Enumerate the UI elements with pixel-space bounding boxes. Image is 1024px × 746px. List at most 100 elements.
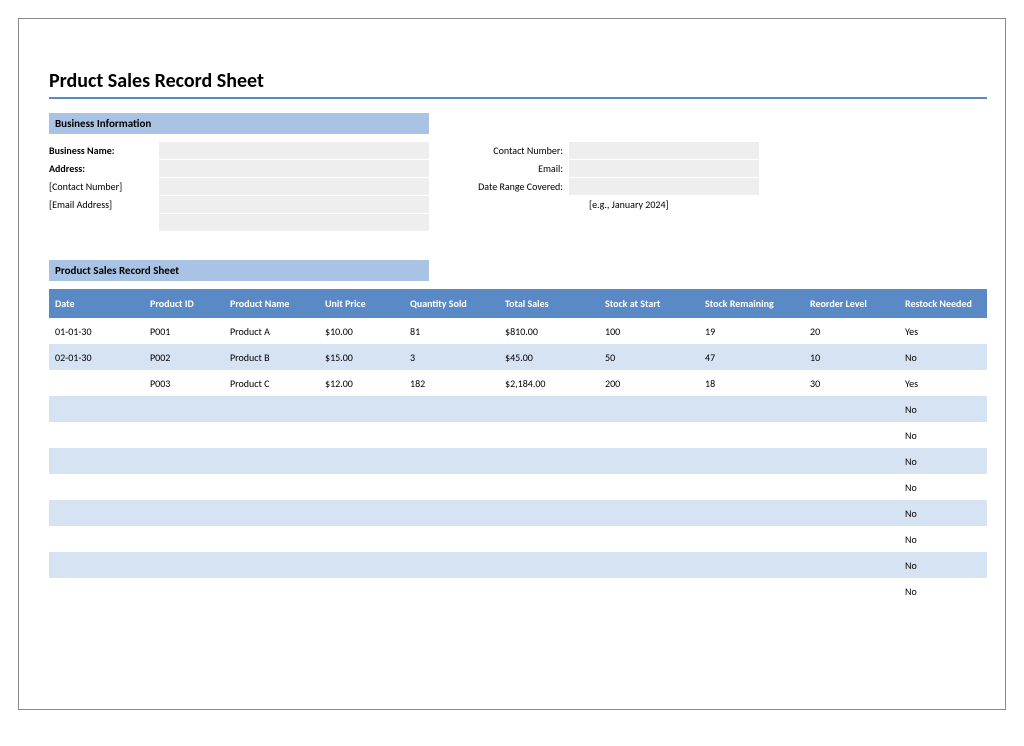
- field-address-3[interactable]: [159, 196, 429, 214]
- cell-product-id[interactable]: [144, 578, 224, 604]
- cell-unit-price[interactable]: [319, 578, 404, 604]
- cell-total-sales[interactable]: $810.00: [499, 318, 599, 344]
- cell-stock-start[interactable]: 50: [599, 344, 699, 370]
- cell-product-name[interactable]: [224, 396, 319, 422]
- cell-unit-price[interactable]: [319, 448, 404, 474]
- cell-quantity-sold[interactable]: [404, 448, 499, 474]
- cell-total-sales[interactable]: $2,184.00: [499, 370, 599, 396]
- cell-product-name[interactable]: [224, 422, 319, 448]
- cell-restock-needed[interactable]: No: [899, 344, 987, 370]
- cell-product-id[interactable]: [144, 526, 224, 552]
- cell-reorder-level[interactable]: [804, 500, 899, 526]
- cell-restock-needed[interactable]: No: [899, 500, 987, 526]
- cell-unit-price[interactable]: [319, 552, 404, 578]
- cell-stock-start[interactable]: [599, 552, 699, 578]
- cell-stock-start[interactable]: [599, 500, 699, 526]
- cell-product-name[interactable]: [224, 552, 319, 578]
- cell-stock-start[interactable]: 200: [599, 370, 699, 396]
- cell-date[interactable]: [49, 578, 144, 604]
- cell-product-name[interactable]: Product B: [224, 344, 319, 370]
- cell-date[interactable]: [49, 526, 144, 552]
- cell-reorder-level[interactable]: [804, 422, 899, 448]
- cell-total-sales[interactable]: [499, 526, 599, 552]
- cell-product-name[interactable]: [224, 474, 319, 500]
- cell-product-id[interactable]: P001: [144, 318, 224, 344]
- cell-total-sales[interactable]: [499, 474, 599, 500]
- cell-restock-needed[interactable]: No: [899, 552, 987, 578]
- cell-quantity-sold[interactable]: [404, 474, 499, 500]
- cell-restock-needed[interactable]: No: [899, 396, 987, 422]
- cell-stock-remaining[interactable]: [699, 526, 804, 552]
- cell-total-sales[interactable]: [499, 578, 599, 604]
- cell-total-sales[interactable]: [499, 448, 599, 474]
- cell-stock-start[interactable]: [599, 422, 699, 448]
- cell-restock-needed[interactable]: No: [899, 578, 987, 604]
- cell-restock-needed[interactable]: No: [899, 448, 987, 474]
- cell-product-id[interactable]: [144, 552, 224, 578]
- cell-stock-start[interactable]: [599, 448, 699, 474]
- cell-stock-start[interactable]: 100: [599, 318, 699, 344]
- cell-stock-start[interactable]: [599, 526, 699, 552]
- cell-unit-price[interactable]: [319, 396, 404, 422]
- cell-quantity-sold[interactable]: [404, 500, 499, 526]
- cell-reorder-level[interactable]: [804, 474, 899, 500]
- cell-product-id[interactable]: [144, 396, 224, 422]
- cell-unit-price[interactable]: [319, 526, 404, 552]
- cell-stock-remaining[interactable]: [699, 552, 804, 578]
- cell-product-name[interactable]: Product C: [224, 370, 319, 396]
- cell-total-sales[interactable]: [499, 396, 599, 422]
- cell-date[interactable]: [49, 370, 144, 396]
- cell-date[interactable]: [49, 500, 144, 526]
- cell-date[interactable]: [49, 552, 144, 578]
- field-business-name[interactable]: [159, 142, 429, 160]
- cell-total-sales[interactable]: [499, 500, 599, 526]
- cell-stock-start[interactable]: [599, 578, 699, 604]
- cell-date[interactable]: [49, 396, 144, 422]
- cell-restock-needed[interactable]: Yes: [899, 318, 987, 344]
- cell-date[interactable]: 02-01-30: [49, 344, 144, 370]
- cell-product-id[interactable]: P003: [144, 370, 224, 396]
- cell-stock-remaining[interactable]: [699, 448, 804, 474]
- cell-total-sales[interactable]: [499, 422, 599, 448]
- cell-unit-price[interactable]: $12.00: [319, 370, 404, 396]
- cell-restock-needed[interactable]: No: [899, 526, 987, 552]
- cell-stock-remaining[interactable]: 18: [699, 370, 804, 396]
- cell-stock-remaining[interactable]: 47: [699, 344, 804, 370]
- cell-quantity-sold[interactable]: [404, 396, 499, 422]
- cell-product-name[interactable]: [224, 578, 319, 604]
- cell-reorder-level[interactable]: 20: [804, 318, 899, 344]
- cell-stock-remaining[interactable]: [699, 396, 804, 422]
- cell-unit-price[interactable]: [319, 422, 404, 448]
- cell-quantity-sold[interactable]: [404, 422, 499, 448]
- cell-product-name[interactable]: [224, 526, 319, 552]
- cell-restock-needed[interactable]: Yes: [899, 370, 987, 396]
- cell-stock-start[interactable]: [599, 474, 699, 500]
- field-contact-number[interactable]: [569, 142, 759, 160]
- cell-product-id[interactable]: [144, 474, 224, 500]
- cell-stock-remaining[interactable]: [699, 422, 804, 448]
- cell-date[interactable]: [49, 474, 144, 500]
- cell-date[interactable]: [49, 448, 144, 474]
- cell-restock-needed[interactable]: No: [899, 422, 987, 448]
- field-address-1[interactable]: [159, 160, 429, 178]
- field-date-range[interactable]: [569, 178, 759, 196]
- cell-product-id[interactable]: [144, 500, 224, 526]
- cell-product-name[interactable]: [224, 448, 319, 474]
- cell-reorder-level[interactable]: [804, 396, 899, 422]
- cell-quantity-sold[interactable]: [404, 578, 499, 604]
- cell-product-id[interactable]: [144, 448, 224, 474]
- cell-total-sales[interactable]: [499, 552, 599, 578]
- cell-quantity-sold[interactable]: 81: [404, 318, 499, 344]
- cell-restock-needed[interactable]: No: [899, 474, 987, 500]
- cell-product-id[interactable]: [144, 422, 224, 448]
- cell-stock-remaining[interactable]: [699, 500, 804, 526]
- cell-date[interactable]: 01-01-30: [49, 318, 144, 344]
- cell-quantity-sold[interactable]: 3: [404, 344, 499, 370]
- cell-stock-remaining[interactable]: [699, 474, 804, 500]
- field-address-2[interactable]: [159, 178, 429, 196]
- cell-total-sales[interactable]: $45.00: [499, 344, 599, 370]
- cell-unit-price[interactable]: [319, 474, 404, 500]
- cell-product-name[interactable]: [224, 500, 319, 526]
- cell-quantity-sold[interactable]: [404, 526, 499, 552]
- cell-stock-remaining[interactable]: 19: [699, 318, 804, 344]
